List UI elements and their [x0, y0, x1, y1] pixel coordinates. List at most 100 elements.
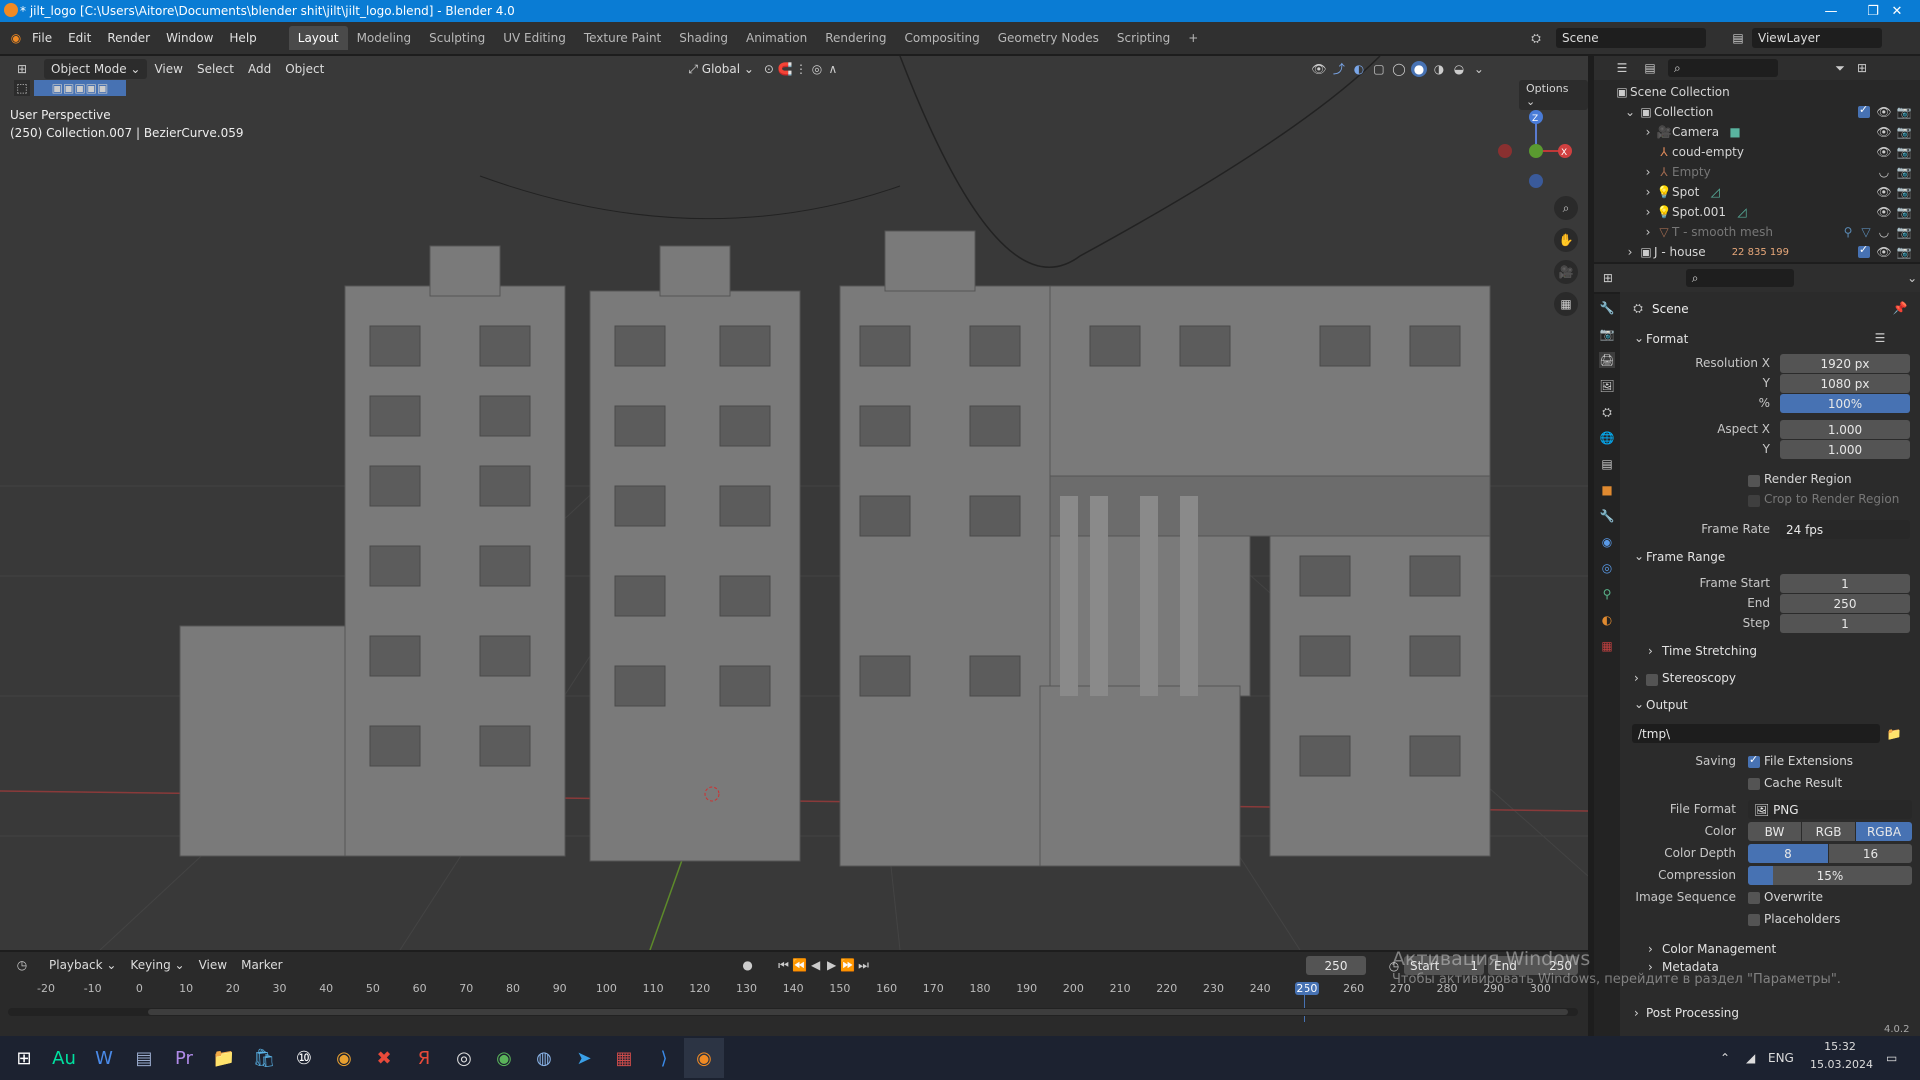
eye-hidden-icon[interactable]: ◡	[1876, 164, 1892, 180]
viewport-menu-view[interactable]: View	[147, 59, 189, 79]
tab-shading[interactable]: Shading	[670, 26, 737, 50]
outliner-item[interactable]: › ⅄ Empty ◡ 📷	[1594, 162, 1920, 182]
add-workspace-button[interactable]: +	[1179, 26, 1207, 50]
tray-chevron-icon[interactable]: ⌃	[1720, 1051, 1730, 1065]
outliner-item[interactable]: › ▣ J - house 22 835 199 👁 📷	[1594, 242, 1920, 262]
gizmo-neg-x-icon[interactable]	[1498, 144, 1512, 158]
rendered-shading-icon[interactable]: ◒	[1451, 61, 1467, 77]
wireframe-shading-icon[interactable]: ◯	[1391, 61, 1407, 77]
eye-icon[interactable]: 👁	[1876, 184, 1892, 200]
menu-window[interactable]: Window	[158, 31, 221, 45]
aspect-y-field[interactable]: 1.000	[1780, 440, 1910, 459]
xray-icon[interactable]: ▢	[1371, 61, 1387, 77]
properties-search-input[interactable]: ⌕	[1685, 269, 1795, 287]
file-explorer-icon[interactable]: 📁	[204, 1038, 244, 1078]
menu-render[interactable]: Render	[99, 31, 158, 45]
outliner-item[interactable]: ⅄ coud-empty 👁 📷	[1594, 142, 1920, 162]
tab-uv-editing[interactable]: UV Editing	[494, 26, 575, 50]
proportional-edit-icon[interactable]: ◎	[809, 61, 825, 77]
file-extensions-checkbox[interactable]	[1748, 753, 1760, 768]
tab-rendering[interactable]: Rendering	[816, 26, 895, 50]
navigation-gizmo[interactable]: Z X	[1498, 110, 1572, 188]
wifi-icon[interactable]: ◢	[1746, 1051, 1755, 1065]
world-tab-icon[interactable]: 🌐	[1599, 430, 1615, 446]
obs-icon[interactable]: ◎	[444, 1038, 484, 1078]
yandex-browser-icon[interactable]: Я	[404, 1038, 444, 1078]
render-camera-icon[interactable]: 📷	[1896, 104, 1912, 120]
eye-icon[interactable]: 👁	[1876, 144, 1892, 160]
windows-start-icon[interactable]: ⊞	[4, 1038, 44, 1078]
overwrite-checkbox[interactable]	[1748, 892, 1760, 904]
compression-slider[interactable]: 15%	[1748, 866, 1912, 885]
object-mode-dropdown[interactable]: Object Mode ⌄	[44, 59, 148, 79]
prev-keyframe-icon[interactable]: ⏪	[792, 957, 808, 973]
color-bw-button[interactable]: BW	[1748, 822, 1801, 841]
tab-animation[interactable]: Animation	[737, 26, 816, 50]
editor-type-icon[interactable]: ⊞	[14, 61, 30, 77]
material-tab-icon[interactable]: ◐	[1599, 612, 1615, 628]
visibility-icon[interactable]: 👁	[1311, 61, 1327, 77]
resolution-y-field[interactable]: 1080 px	[1780, 374, 1910, 393]
camera-view-icon[interactable]: 🎥	[1554, 260, 1578, 284]
current-frame-field[interactable]: 250	[1306, 956, 1366, 975]
render-tab-icon[interactable]: 📷	[1599, 326, 1615, 342]
transform-orientation-dropdown[interactable]: ⤢ Global ⌄	[681, 59, 761, 79]
gizmo-toggle-icon[interactable]: ⤴	[1331, 61, 1347, 77]
render-camera-icon[interactable]: 📷	[1896, 144, 1912, 160]
chrome-icon[interactable]: ◉	[324, 1038, 364, 1078]
zoom-icon[interactable]: ⌕	[1554, 196, 1578, 220]
marker-menu[interactable]: Marker	[234, 955, 289, 975]
telegram-icon[interactable]: ➤	[564, 1038, 604, 1078]
color-rgba-button[interactable]: RGBA	[1856, 822, 1912, 841]
eye-icon[interactable]: 👁	[1876, 204, 1892, 220]
display-mode-icon[interactable]: ▤	[1642, 60, 1658, 76]
outliner-item[interactable]: ⌄ ▣ Collection 👁 📷	[1594, 102, 1920, 122]
keying-menu[interactable]: Keying ⌄	[123, 955, 191, 975]
clock-date[interactable]: 15.03.2024	[1810, 1058, 1873, 1071]
store-icon[interactable]: 🛍	[244, 1038, 284, 1078]
stereoscopy-section-header[interactable]: Stereoscopy	[1662, 671, 1736, 685]
tab-modeling[interactable]: Modeling	[348, 26, 421, 50]
frame-step-field[interactable]: 1	[1780, 614, 1910, 633]
frame-range-section-header[interactable]: Frame Range	[1646, 550, 1725, 564]
viewlayer-icon[interactable]: ▤	[1730, 30, 1746, 46]
constraints-tab-icon[interactable]: ⚲	[1599, 586, 1615, 602]
blender-taskbar-icon[interactable]: ◉	[684, 1038, 724, 1078]
winrar-icon[interactable]: ▦	[604, 1038, 644, 1078]
app-icon[interactable]: ⑩	[284, 1038, 324, 1078]
outliner-editor-icon[interactable]: ☰	[1614, 60, 1630, 76]
render-camera-icon[interactable]: 📷	[1896, 224, 1912, 240]
pan-hand-icon[interactable]: ✋	[1554, 228, 1578, 252]
ortho-grid-icon[interactable]: ▦	[1554, 292, 1578, 316]
app-icon[interactable]: ◍	[524, 1038, 564, 1078]
placeholders-checkbox[interactable]	[1748, 914, 1760, 926]
tab-geometry-nodes[interactable]: Geometry Nodes	[989, 26, 1108, 50]
eye-icon[interactable]: 👁	[1876, 104, 1892, 120]
preset-list-icon[interactable]: ☰	[1872, 330, 1888, 346]
expand-icon[interactable]: ›	[1640, 224, 1656, 240]
outliner-root[interactable]: ▣ Scene Collection	[1594, 82, 1920, 102]
scene-tab-icon[interactable]: ⛭	[1599, 404, 1615, 420]
output-tab-icon[interactable]: 🖨	[1599, 352, 1615, 368]
snap-icon[interactable]: 🧲	[777, 61, 793, 77]
material-shading-icon[interactable]: ◑	[1431, 61, 1447, 77]
timeline-view-menu[interactable]: View	[192, 955, 234, 975]
new-collection-icon[interactable]: ⊞	[1854, 60, 1870, 76]
minimize-button[interactable]: —	[1808, 0, 1854, 22]
tab-texture-paint[interactable]: Texture Paint	[575, 26, 670, 50]
eye-hidden-icon[interactable]: ◡	[1876, 224, 1892, 240]
playback-menu[interactable]: Playback ⌄	[42, 955, 123, 975]
play-reverse-icon[interactable]: ◀	[808, 957, 824, 973]
menu-file[interactable]: File	[24, 31, 60, 45]
resolution-percent-field[interactable]: 100%	[1780, 394, 1910, 413]
scrollbar-thumb[interactable]	[148, 1009, 1568, 1015]
color-management-subpanel[interactable]: Color Management	[1662, 942, 1776, 956]
color-rgb-button[interactable]: RGB	[1802, 822, 1855, 841]
resolution-x-field[interactable]: 1920 px	[1780, 354, 1910, 373]
premiere-icon[interactable]: Pr	[164, 1038, 204, 1078]
render-camera-icon[interactable]: 📷	[1896, 164, 1912, 180]
color-depth-8-button[interactable]: 8	[1748, 844, 1828, 863]
frame-ruler[interactable]: -20 -10 0 10 20 30 40 50 60 70 80 90 100 110 120 130 140…	[0, 980, 1588, 1000]
viewport-options-button[interactable]: Options ⌄	[1519, 80, 1588, 110]
outliner-search-input[interactable]: ⌕	[1668, 59, 1778, 77]
